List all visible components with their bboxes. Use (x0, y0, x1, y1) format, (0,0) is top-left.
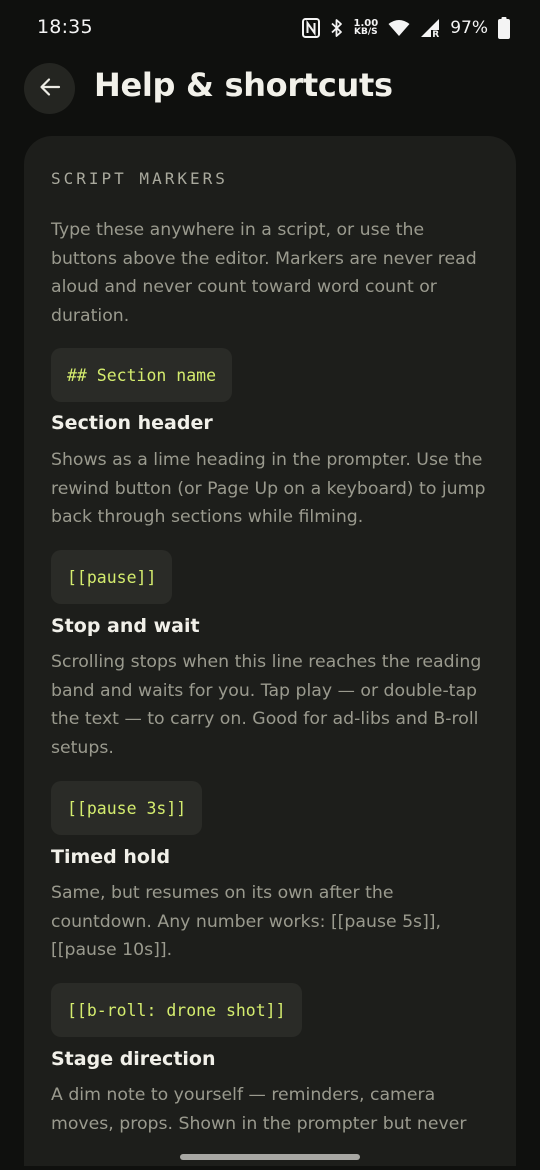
nfc-icon (301, 18, 320, 38)
marker-title-stage-direction: Stage direction (51, 1048, 216, 1070)
page-title: Help & shortcuts (94, 66, 393, 104)
bluetooth-icon (330, 18, 344, 38)
battery-icon (498, 17, 510, 39)
arrow-left-icon (39, 77, 61, 101)
status-icons: 1.00 KB/S R 97% (301, 14, 510, 42)
home-indicator[interactable] (180, 1154, 360, 1160)
net-speed-unit: KB/S (354, 27, 378, 37)
marker-code-section-header: ## Section name (51, 348, 233, 402)
marker-code-timed-hold: [[pause 3s]] (51, 781, 203, 835)
signal-icon: R (420, 18, 441, 40)
marker-description-pause: Scrolling stops when this line reaches t… (51, 652, 482, 758)
intro-text: Type these anywhere in a script, or use … (51, 220, 477, 326)
net-speed: 1.00 KB/S (354, 19, 379, 37)
status-bar: 18:35 1.00 KB/S R 97% (0, 0, 540, 56)
status-time: 18:35 (37, 16, 93, 38)
marker-description-section-header: Shows as a lime heading in the prompter.… (51, 450, 486, 528)
signal-label: R (432, 30, 440, 40)
marker-description-stage-direction: A dim note to yourself — reminders, came… (51, 1085, 467, 1134)
marker-code-pause: [[pause]] (51, 550, 173, 604)
back-button[interactable] (24, 63, 75, 114)
script-markers-card: SCRIPT MARKERS Type these anywhere in a … (24, 136, 516, 1166)
wifi-icon (388, 19, 410, 37)
marker-code-stage-direction: [[b-roll: drone shot]] (51, 983, 302, 1037)
marker-title-pause: Stop and wait (51, 615, 200, 637)
marker-description-timed-hold: Same, but resumes on its own after the c… (51, 883, 442, 961)
section-label: SCRIPT MARKERS (51, 169, 228, 188)
battery-percent: 97% (450, 18, 488, 38)
marker-title-section-header: Section header (51, 412, 213, 434)
marker-title-timed-hold: Timed hold (51, 846, 171, 868)
